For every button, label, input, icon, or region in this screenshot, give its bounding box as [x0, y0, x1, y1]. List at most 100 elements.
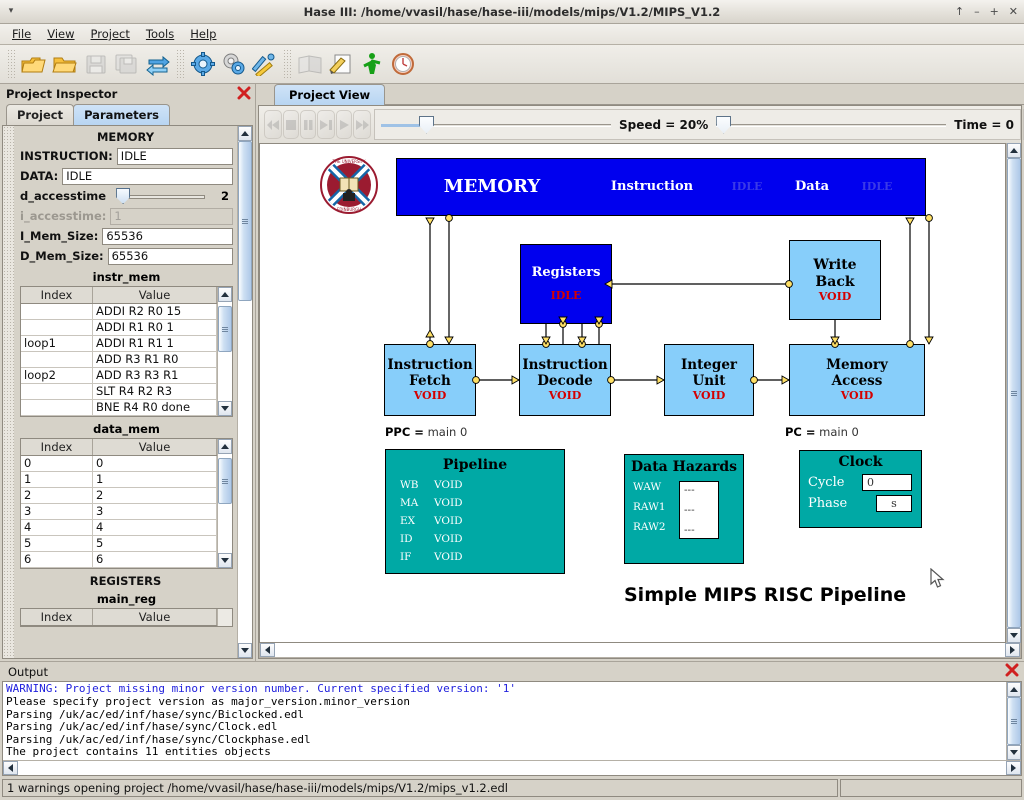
close-icon[interactable]: [237, 86, 251, 103]
menu-tools[interactable]: Tools: [138, 25, 182, 43]
rewind-button[interactable]: [264, 110, 282, 139]
scroll-thumb[interactable]: [1007, 697, 1021, 745]
main-reg-scrollbar[interactable]: [217, 609, 232, 626]
scroll-track[interactable]: [18, 761, 1006, 775]
scroll-up-button[interactable]: [218, 287, 232, 302]
close-icon[interactable]: [1005, 663, 1019, 680]
scroll-left-button[interactable]: [3, 761, 18, 775]
data-mem-scrollbar[interactable]: [217, 439, 232, 568]
canvas-horizontal-scrollbar[interactable]: [259, 643, 1021, 659]
scroll-right-button[interactable]: [1006, 761, 1021, 775]
stop-button[interactable]: [283, 110, 299, 139]
tab-project[interactable]: Project: [6, 104, 75, 125]
table-row[interactable]: ADDI R2 R0 15: [21, 304, 217, 320]
speed-slider[interactable]: [381, 114, 611, 136]
instr-mem-scrollbar[interactable]: [217, 287, 232, 416]
table-row[interactable]: loop1 ADDI R1 R1 1: [21, 336, 217, 352]
table-row[interactable]: ADDI R1 R0 1: [21, 320, 217, 336]
scroll-up-button[interactable]: [218, 439, 232, 454]
scroll-thumb[interactable]: [1007, 158, 1021, 629]
open-folder-icon[interactable]: [49, 49, 80, 80]
menu-project[interactable]: Project: [83, 25, 138, 43]
scroll-track[interactable]: [275, 643, 1005, 658]
instruction-input[interactable]: IDLE: [116, 147, 233, 165]
window-maximize-button[interactable]: +: [990, 6, 999, 17]
memory-block[interactable]: MEMORY Instruction IDLE Data IDLE: [396, 158, 926, 216]
gear-icon[interactable]: [187, 49, 218, 80]
column-header-value[interactable]: Value: [93, 287, 217, 303]
toolbar-grip[interactable]: [7, 49, 15, 79]
output-console[interactable]: WARNING: Project missing minor version n…: [2, 681, 1022, 776]
table-row[interactable]: loop2 ADD R3 R3 R1: [21, 368, 217, 384]
diagram-canvas[interactable]: THE UNIVERSITY EDINBURGH MEMORY Instruct…: [259, 143, 1006, 644]
scroll-thumb[interactable]: [238, 141, 252, 301]
window-close-button[interactable]: ✕: [1009, 6, 1018, 17]
table-row[interactable]: BNE R4 R0 done: [21, 400, 217, 416]
slider-knob[interactable]: [116, 188, 131, 204]
edit-document-icon[interactable]: [325, 49, 356, 80]
write-back-block[interactable]: Write Back VOID: [789, 240, 881, 320]
scroll-down-button[interactable]: [218, 553, 232, 568]
play-button[interactable]: [336, 110, 352, 139]
scroll-up-button[interactable]: [1007, 682, 1021, 698]
scroll-down-button[interactable]: [1007, 628, 1021, 644]
time-slider[interactable]: [716, 114, 947, 136]
scroll-thumb[interactable]: [218, 306, 232, 352]
fast-forward-button[interactable]: [353, 110, 371, 139]
clock-box[interactable]: Clock Cycle 0 Phase s: [799, 450, 922, 528]
menu-view[interactable]: View: [39, 25, 82, 43]
run-icon[interactable]: [356, 49, 387, 80]
scroll-track[interactable]: [1007, 697, 1021, 745]
column-header-index[interactable]: Index: [21, 439, 93, 455]
scroll-track[interactable]: [218, 302, 232, 401]
registers-block[interactable]: Registers IDLE: [520, 244, 612, 324]
scroll-thumb[interactable]: [218, 458, 232, 504]
scroll-right-button[interactable]: [1005, 643, 1020, 658]
instruction-fetch-block[interactable]: Instruction Fetch VOID: [384, 344, 476, 416]
refresh-icon[interactable]: [142, 49, 173, 80]
tools-icon[interactable]: [249, 49, 280, 80]
data-input[interactable]: IDLE: [62, 167, 233, 185]
table-row[interactable]: 2 2: [21, 488, 217, 504]
scroll-track[interactable]: [218, 454, 232, 553]
scroll-down-button[interactable]: [218, 401, 232, 416]
gears-icon[interactable]: [218, 49, 249, 80]
inspector-scrollbar[interactable]: [237, 126, 252, 659]
d-accesstime-slider[interactable]: [110, 187, 213, 205]
pipeline-box[interactable]: Pipeline WB VOID MA VOID EX VOID ID VOID IF V…: [385, 449, 565, 574]
output-horizontal-scrollbar[interactable]: [3, 760, 1021, 775]
table-row[interactable]: 0 0: [21, 456, 217, 472]
window-menu-icon[interactable]: ▾: [0, 7, 22, 16]
column-header-value[interactable]: Value: [93, 609, 217, 625]
scroll-up-button[interactable]: [1007, 143, 1021, 158]
scroll-track[interactable]: [238, 141, 252, 644]
scroll-left-button[interactable]: [260, 643, 275, 658]
table-row[interactable]: ADD R3 R1 R0: [21, 352, 217, 368]
column-header-index[interactable]: Index: [21, 287, 93, 303]
open-project-icon[interactable]: [18, 49, 49, 80]
step-button[interactable]: [317, 110, 335, 139]
memory-access-block[interactable]: Memory Access VOID: [789, 344, 925, 416]
d-mem-size-input[interactable]: 65536: [107, 247, 233, 265]
scroll-down-button[interactable]: [238, 643, 252, 659]
table-row[interactable]: 1 1: [21, 472, 217, 488]
tab-project-view[interactable]: Project View: [274, 84, 386, 105]
i-mem-size-input[interactable]: 65536: [102, 227, 233, 245]
table-row[interactable]: 6 6: [21, 552, 217, 568]
instruction-decode-block[interactable]: Instruction Decode VOID: [519, 344, 611, 416]
column-header-index[interactable]: Index: [21, 609, 93, 625]
menu-file[interactable]: File: [4, 25, 39, 43]
window-shade-button[interactable]: ↑: [955, 6, 964, 17]
canvas-vertical-scrollbar[interactable]: [1006, 143, 1021, 644]
table-row[interactable]: 3 3: [21, 504, 217, 520]
table-row[interactable]: 5 5: [21, 536, 217, 552]
output-vertical-scrollbar[interactable]: [1006, 682, 1021, 760]
integer-unit-block[interactable]: Integer Unit VOID: [664, 344, 754, 416]
scroll-up-button[interactable]: [238, 126, 252, 141]
scroll-down-button[interactable]: [1007, 745, 1021, 760]
pause-button[interactable]: [300, 110, 316, 139]
scroll-track[interactable]: [1007, 158, 1021, 629]
window-minimize-button[interactable]: –: [974, 6, 980, 17]
menu-help[interactable]: Help: [182, 25, 224, 43]
column-header-value[interactable]: Value: [93, 439, 217, 455]
